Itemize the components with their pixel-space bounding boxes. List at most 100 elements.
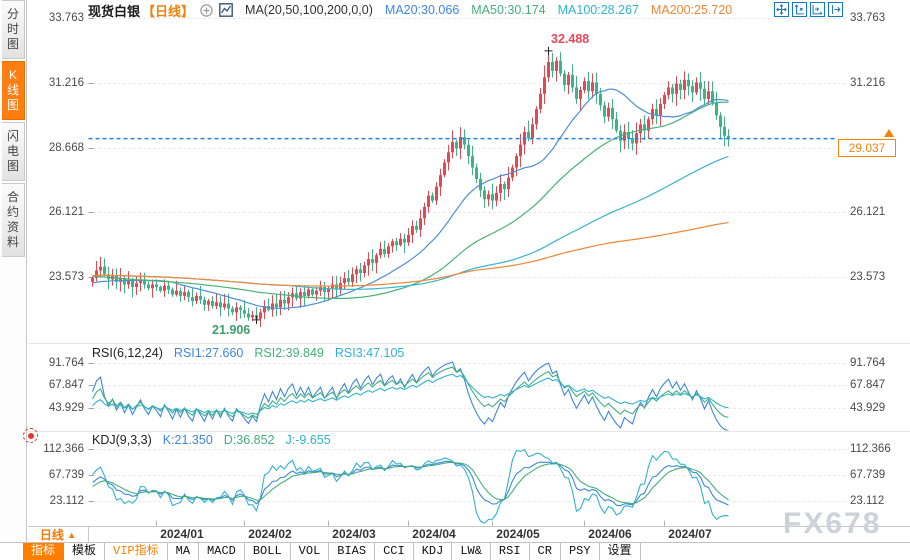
pane-separator — [28, 431, 910, 432]
rsi-axis-label-right: 91.764 — [850, 356, 885, 370]
kdj-j-value: J:-9.655 — [286, 433, 331, 448]
price-axis-label-right: 31.216 — [850, 76, 885, 90]
indicator-tab-cr[interactable]: CR — [530, 543, 561, 560]
rsi3-value: RSI3:47.105 — [335, 346, 405, 361]
kdj-header: KDJ(9,3,3) K:21.350 D:36.852 J:-9.655 — [92, 433, 331, 448]
high-annotation: 32.488 — [551, 32, 589, 46]
sidebar-item-char: 合 — [2, 190, 24, 205]
price-axis-label-left: 23.573 — [30, 270, 84, 284]
sidebar-item[interactable]: 闪电图 — [2, 122, 25, 181]
sidebar-item-char: 闪 — [2, 129, 24, 144]
indicator-chart-icon[interactable] — [219, 3, 233, 17]
ma100-value: MA100:28.267 — [558, 3, 639, 17]
price-axis-label-left: 26.121 — [30, 205, 84, 219]
sidebar-item-char: 图 — [2, 159, 24, 174]
price-axis-label-left: 31.216 — [30, 76, 84, 90]
kdj-axis-label-right: 23.112 — [850, 494, 884, 508]
sidebar-item-char: 图 — [2, 37, 24, 52]
indicator-tab-模板[interactable]: 模板 — [64, 543, 105, 560]
x-axis-month-label: 2024/04 — [412, 527, 455, 541]
indicator-tab-bias[interactable]: BIAS — [329, 543, 375, 560]
indicator-tab-设置[interactable]: 设置 — [600, 543, 641, 560]
price-chart-canvas[interactable] — [0, 0, 910, 560]
x-axis-month-label: 2024/01 — [160, 527, 203, 541]
axis-zoom-icon[interactable] — [792, 2, 807, 17]
low-annotation: 21.906 — [212, 323, 250, 337]
indicator-tab-rsi[interactable]: RSI — [491, 543, 530, 560]
sidebar-item-kline-active[interactable]: K线图 — [2, 61, 25, 120]
last-price-arrow-icon — [884, 129, 894, 137]
indicator-tab-vip指标[interactable]: VIP指标 — [105, 543, 168, 560]
ma50-value: MA50:30.174 — [471, 3, 545, 17]
sidebar-item-char: 电 — [2, 144, 24, 159]
rsi-axis-label-right: 43.929 — [850, 401, 885, 415]
x-axis-month-label: 2024/07 — [668, 527, 711, 541]
price-axis-label-left: 28.668 — [30, 141, 84, 155]
kdj-d-value: D:36.852 — [224, 433, 275, 448]
rsi-axis-label-left: 43.929 — [30, 401, 84, 415]
sidebar-item-char: K — [2, 68, 24, 83]
sidebar-item-char: 图 — [2, 98, 24, 113]
crosshair-icon[interactable] — [774, 2, 789, 17]
chart-type-sidebar: 分时图K线图闪电图合约资料 — [0, 0, 27, 560]
jump-latest-icon[interactable] — [828, 2, 843, 17]
indicator-tab-vol[interactable]: VOL — [291, 543, 330, 560]
symbol-title: 现货白银 — [88, 1, 140, 20]
rsi1-value: RSI1:27.660 — [174, 346, 244, 361]
rsi-settings-label: RSI(6,12,24) — [92, 346, 163, 361]
sidebar-item-char: 时 — [2, 22, 24, 37]
indicator-tab-lw&[interactable]: LW& — [452, 543, 491, 560]
indicator-tab-指标[interactable]: 指标 — [23, 543, 64, 560]
sidebar-item-char: 线 — [2, 83, 24, 98]
period-title: 【日线】 — [142, 1, 194, 20]
sidebar-item-char: 约 — [2, 205, 24, 220]
add-overlay-icon[interactable] — [200, 4, 213, 17]
period-selector-label: 日线 — [40, 528, 64, 542]
indicator-tab-boll[interactable]: BOLL — [245, 543, 291, 560]
ma-settings-label: MA(20,50,100,200,0,0) — [245, 3, 373, 17]
ma20-value: MA20:30.066 — [385, 3, 459, 17]
indicator-tab-bar: 指标模板VIP指标MAMACDBOLLVOLBIASCCIKDJLW&RSICR… — [0, 542, 910, 560]
x-axis-month-label: 2024/02 — [248, 527, 291, 541]
rsi-axis-label-left: 91.764 — [30, 356, 84, 370]
indicator-tab-kdj[interactable]: KDJ — [414, 543, 453, 560]
pane-separator — [28, 343, 910, 344]
indicator-tab-psy[interactable]: PSY — [561, 543, 600, 560]
kdj-axis-label-right: 67.739 — [850, 468, 885, 482]
kdj-k-value: K:21.350 — [163, 433, 213, 448]
x-axis-month-label: 2024/06 — [588, 527, 631, 541]
indicator-tab-ma[interactable]: MA — [168, 543, 199, 560]
rsi-axis-label-right: 67.847 — [850, 378, 885, 392]
axis-pan-icon[interactable] — [810, 2, 825, 17]
kdj-axis-label-left: 23.112 — [30, 494, 84, 508]
indicator-tab-cci[interactable]: CCI — [375, 543, 414, 560]
x-axis-month-label: 2024/05 — [496, 527, 539, 541]
sidebar-item-char: 分 — [2, 7, 24, 22]
chevron-up-icon: ▲ — [67, 530, 76, 540]
last-price-value: 29.037 — [849, 141, 886, 155]
rsi-axis-label-left: 67.847 — [30, 378, 84, 392]
kdj-settings-label: KDJ(9,3,3) — [92, 433, 152, 448]
price-axis-label-right: 23.573 — [850, 270, 885, 284]
indicator-tab-macd[interactable]: MACD — [199, 543, 245, 560]
sidebar-item[interactable]: 分时图 — [2, 0, 25, 59]
sidebar-item-char: 料 — [2, 235, 24, 250]
chart-toolbar — [774, 2, 843, 17]
sidebar-item-char: 资 — [2, 220, 24, 235]
kdj-axis-label-right: 112.366 — [850, 442, 891, 456]
last-price-tag: 29.037 — [838, 139, 896, 157]
chart-header: 现货白银 【日线】 MA(20,50,100,200,0,0) MA20:30.… — [88, 2, 732, 18]
price-axis-label-left: 33.763 — [30, 11, 84, 25]
kdj-axis-label-left: 112.366 — [30, 442, 84, 456]
rsi-header: RSI(6,12,24) RSI1:27.660 RSI2:39.849 RSI… — [92, 346, 404, 361]
price-axis-label-right: 26.121 — [850, 205, 885, 219]
ma200-value: MA200:25.720 — [651, 3, 732, 17]
rsi2-value: RSI2:39.849 — [254, 346, 324, 361]
sidebar-item[interactable]: 合约资料 — [2, 183, 25, 257]
x-axis-month-label: 2024/03 — [332, 527, 375, 541]
kdj-axis-label-left: 67.739 — [30, 468, 84, 482]
brand-watermark: FX678 — [783, 507, 881, 541]
live-indicator-icon — [23, 428, 38, 443]
price-axis-label-right: 33.763 — [850, 11, 885, 25]
period-selector[interactable]: 日线 ▲ — [28, 527, 89, 543]
